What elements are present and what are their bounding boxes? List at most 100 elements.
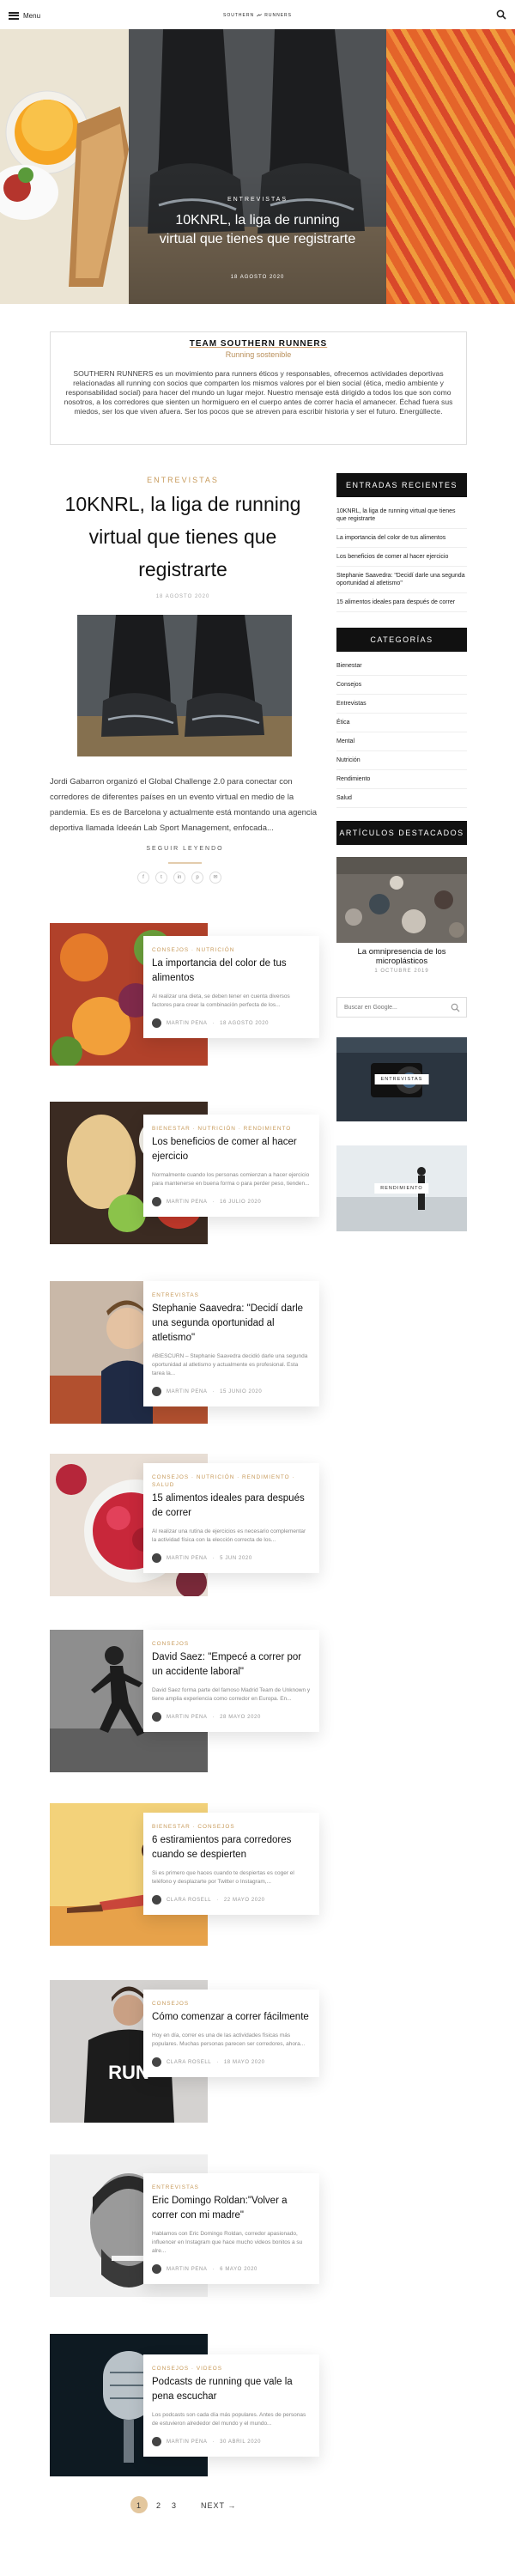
avatar	[152, 1895, 161, 1905]
recent-post-link[interactable]: 15 alimentos ideales para después de cor…	[336, 593, 467, 612]
logo-text-left: SOUTHERN	[223, 13, 255, 18]
featured-title[interactable]: 10KNRL, la liga de running virtual que t…	[50, 488, 316, 586]
recent-post-link[interactable]: Los beneficios de comer al hacer ejercic…	[336, 548, 467, 567]
avatar	[152, 1018, 161, 1028]
post-card: CONSEJOS · NUTRICIÓN · RENDIMIENTO · SAL…	[143, 1463, 319, 1573]
post-excerpt: Hoy en día, correr es una de las activid…	[152, 2032, 306, 2047]
recent-posts-list: 10KNRL, la liga de running virtual que t…	[336, 502, 467, 612]
post-card: BIENESTAR · NUTRICIÓN · RENDIMIENTO Los …	[143, 1115, 319, 1217]
category-link[interactable]: Salud	[336, 789, 467, 808]
hero-date: 18 AGOSTO 2020	[230, 275, 285, 280]
page-1[interactable]: 1	[136, 2501, 141, 2510]
post-date: 6 MAYO 2020	[220, 2266, 258, 2272]
post-author[interactable]: MARTIN PENA	[167, 1715, 208, 1720]
post-category[interactable]: BIENESTAR · CONSEJOS	[152, 1823, 311, 1831]
post-title[interactable]: Cómo comenzar a correr fácilmente	[152, 2010, 311, 2025]
post-author[interactable]: MARTIN PENA	[167, 2267, 208, 2272]
post-date: 5 JUN 2020	[220, 1555, 252, 1561]
post-category[interactable]: CONSEJOS · VIDEOS	[152, 2365, 311, 2372]
post-date: 18 AGOSTO 2020	[220, 1020, 270, 1026]
post-category[interactable]: CONSEJOS · NUTRICIÓN	[152, 946, 311, 954]
post-author[interactable]: MARTIN PENA	[167, 1200, 208, 1205]
post-card: CONSEJOS · VIDEOS Podcasts de running qu…	[143, 2354, 319, 2457]
post-excerpt: Si es primero que haces cuando te despie…	[152, 1870, 294, 1885]
featured-category[interactable]: ENTREVISTAS	[50, 476, 316, 484]
category-link[interactable]: Mental	[336, 732, 467, 751]
post-author[interactable]: MARTIN PENA	[167, 1389, 208, 1394]
post-category[interactable]: ENTREVISTAS	[152, 2184, 311, 2191]
post-category[interactable]: CONSEJOS · NUTRICIÓN · RENDIMIENTO · SAL…	[152, 1473, 311, 1489]
avatar	[152, 1197, 161, 1206]
post-excerpt: Hablamos con Eric Domingo Roldan, corred…	[152, 2231, 303, 2254]
post-excerpt: Al realizar una dieta, se deben tener en…	[152, 993, 290, 1008]
category-link[interactable]: Entrevistas	[336, 695, 467, 714]
share-facebook-icon[interactable]: f	[137, 872, 149, 884]
category-link[interactable]: Rendimiento	[336, 770, 467, 789]
top-bar: Menu SOUTHERN RUNNERS	[0, 0, 515, 29]
post-author[interactable]: MARTIN PENA	[167, 1556, 208, 1561]
hero-title[interactable]: 10KNRL, la liga de running virtual que t…	[159, 211, 356, 249]
sidebar-search	[336, 997, 467, 1018]
post-title[interactable]: Los beneficios de comer al hacer ejercic…	[152, 1135, 311, 1164]
page-2[interactable]: 2	[156, 2501, 161, 2510]
post-date: 16 JULIO 2020	[220, 1199, 262, 1205]
post-excerpt: David Saez forma parte del famoso Madrid…	[152, 1687, 311, 1702]
sidebar-promo-interviews[interactable]: ENTREVISTAS	[336, 1037, 467, 1121]
post-meta: MARTIN PENA · 6 MAYO 2020	[152, 2264, 311, 2274]
next-page-link[interactable]: NEXT →	[201, 2501, 236, 2510]
post-title[interactable]: David Saez: "Empecé a correr por un acci…	[152, 1650, 311, 1680]
about-title: TEAM SOUTHERN RUNNERS	[189, 339, 328, 349]
post-card: BIENESTAR · CONSEJOS 6 estiramientos par…	[143, 1813, 319, 1915]
category-link[interactable]: Consejos	[336, 676, 467, 695]
featured-article-title[interactable]: La omnipresencia de los microplásticos	[336, 947, 467, 966]
about-subtitle: Running sostenible	[225, 350, 292, 359]
hero-category[interactable]: ENTREVISTAS	[129, 197, 386, 203]
post-title[interactable]: 15 alimentos ideales para después de cor…	[152, 1492, 311, 1521]
category-link[interactable]: Bienestar	[336, 657, 467, 676]
search-icon[interactable]	[451, 1003, 460, 1012]
post-title[interactable]: Eric Domingo Roldan:"Volver a correr con…	[152, 2194, 311, 2223]
hero-banner[interactable]: ENTREVISTAS 10KNRL, la liga de running v…	[0, 29, 515, 304]
category-link[interactable]: Ética	[336, 714, 467, 732]
search-input[interactable]	[337, 998, 440, 1018]
sidebar-promo-performance[interactable]: RENDIMIENTO	[336, 1145, 467, 1231]
category-link[interactable]: Nutrición	[336, 751, 467, 770]
search-icon[interactable]	[496, 9, 506, 20]
recent-post-link[interactable]: La importancia del color de tus alimento…	[336, 529, 467, 548]
menu-button[interactable]: Menu	[9, 9, 40, 21]
post-excerpt: Al realizar una rutina de ejercicios es …	[152, 1528, 306, 1543]
post-author[interactable]: MARTIN PENA	[167, 2439, 208, 2445]
post-card: CONSEJOS David Saez: "Empecé a correr po…	[143, 1630, 319, 1732]
recent-post-link[interactable]: Stephanie Saavedra: "Decidí darle una se…	[336, 567, 467, 593]
share-email-icon[interactable]: ✉	[209, 872, 221, 884]
recent-post-link[interactable]: 10KNRL, la liga de running virtual que t…	[336, 502, 467, 529]
share-twitter-icon[interactable]: t	[155, 872, 167, 884]
post-date: 30 ABRIL 2020	[220, 2439, 262, 2445]
post-title[interactable]: Stephanie Saavedra: "Decidí darle una se…	[152, 1302, 311, 1346]
post-title[interactable]: La importancia del color de tus alimento…	[152, 957, 311, 986]
hero-image-breakfast	[0, 29, 129, 304]
share-pinterest-icon[interactable]: p	[191, 872, 203, 884]
logo-mark-icon	[257, 14, 263, 17]
post-title[interactable]: Podcasts de running que vale la pena esc…	[152, 2375, 311, 2404]
featured-article-date: 1 OCTUBRE 2019	[374, 969, 429, 974]
post-category[interactable]: ENTREVISTAS	[152, 1291, 311, 1299]
share-linkedin-icon[interactable]: in	[173, 872, 185, 884]
post-category[interactable]: CONSEJOS	[152, 2000, 311, 2008]
featured-article-image[interactable]	[336, 857, 467, 943]
page-3[interactable]: 3	[172, 2501, 176, 2510]
post-excerpt: Normalmente cuando los personas comienza…	[152, 1172, 310, 1187]
post-card: CONSEJOS · NUTRICIÓN La importancia del …	[143, 936, 319, 1038]
post-card: CONSEJOS Cómo comenzar a correr fácilmen…	[143, 1990, 319, 2077]
post-title[interactable]: 6 estiramientos para corredores cuando s…	[152, 1833, 311, 1862]
site-logo[interactable]: SOUTHERN RUNNERS	[223, 10, 292, 21]
avatar	[152, 1712, 161, 1722]
post-author[interactable]: CLARA ROSELL	[167, 1898, 211, 1903]
post-author[interactable]: MARTIN PENA	[167, 1021, 208, 1026]
featured-image[interactable]	[77, 615, 292, 756]
read-more-link[interactable]: SEGUIR LEYENDO	[50, 846, 320, 852]
post-category[interactable]: CONSEJOS	[152, 1640, 311, 1648]
post-category[interactable]: BIENESTAR · NUTRICIÓN · RENDIMIENTO	[152, 1125, 311, 1133]
hero-image-carrots	[386, 29, 515, 304]
post-author[interactable]: CLARA ROSELL	[167, 2060, 211, 2065]
